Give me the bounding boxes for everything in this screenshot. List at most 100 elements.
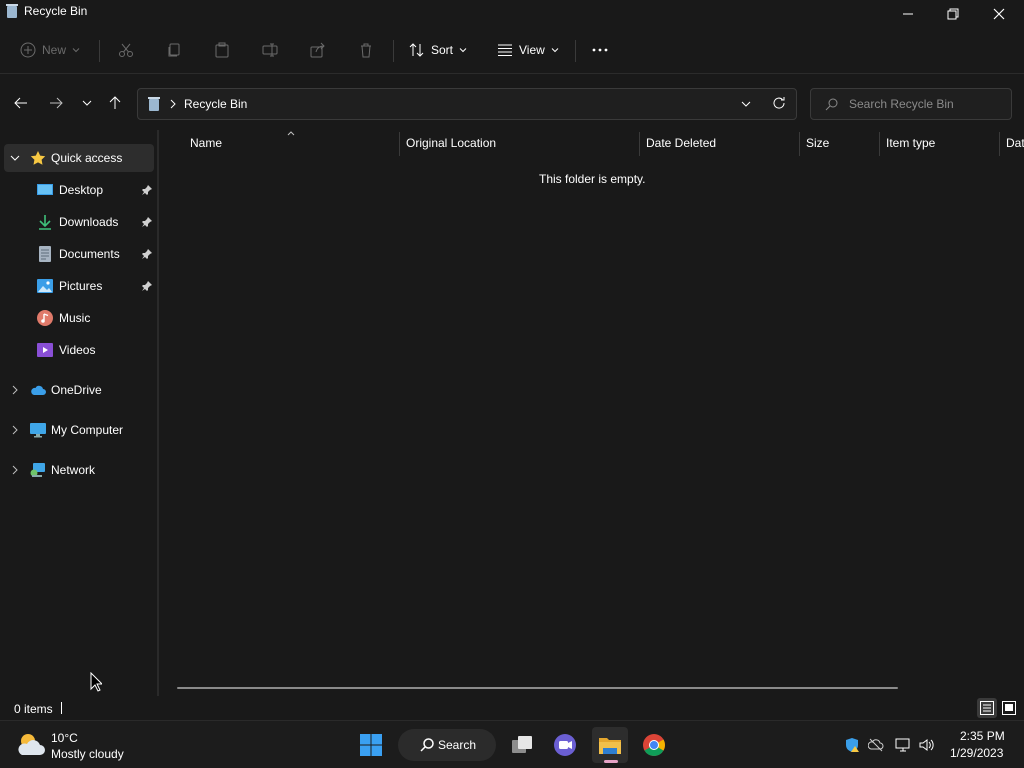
recycle-bin-icon: [148, 97, 160, 111]
close-icon: [993, 8, 1005, 20]
address-bar[interactable]: Recycle Bin: [137, 88, 797, 120]
chevron-right-icon[interactable]: [10, 425, 20, 435]
search-input[interactable]: [849, 95, 1005, 113]
sidebar-item-desktop[interactable]: Desktop: [4, 176, 154, 204]
chevron-down-icon[interactable]: [10, 153, 20, 163]
search-box[interactable]: [810, 88, 1012, 120]
recent-locations-button[interactable]: [76, 92, 98, 114]
computer-icon: [30, 423, 46, 438]
chevron-down-icon: [551, 48, 559, 53]
column-header-item-type[interactable]: Item type: [886, 136, 935, 154]
breadcrumb-recycle-bin[interactable]: Recycle Bin: [184, 97, 247, 111]
sidebar-item-pictures[interactable]: Pictures: [4, 272, 154, 300]
taskbar-search-label: Search: [438, 738, 477, 752]
start-button[interactable]: [353, 727, 389, 763]
minimize-icon: [903, 13, 913, 15]
chevron-down-icon: [82, 100, 92, 106]
column-divider[interactable]: [639, 132, 640, 156]
sidebar-divider[interactable]: [157, 130, 159, 696]
restore-icon: [947, 8, 959, 20]
close-button[interactable]: [976, 0, 1022, 28]
column-divider[interactable]: [399, 132, 400, 156]
rename-icon: [262, 43, 278, 57]
up-button[interactable]: [104, 92, 126, 114]
file-explorer-taskbar-button[interactable]: [592, 727, 628, 763]
security-warning-icon[interactable]: [844, 737, 860, 753]
sidebar-item-quick-access[interactable]: Quick access: [4, 144, 154, 172]
folder-icon: [599, 738, 621, 754]
column-header-date-truncated[interactable]: Dat: [1006, 136, 1024, 154]
sidebar-item-onedrive[interactable]: OneDrive: [4, 376, 154, 404]
onedrive-offline-icon[interactable]: [868, 737, 884, 753]
sidebar-item-documents[interactable]: Documents: [4, 240, 154, 268]
cut-button[interactable]: [118, 36, 134, 64]
clock-date[interactable]: 1/29/2023: [950, 746, 1003, 760]
sidebar-item-network[interactable]: Network: [4, 456, 154, 484]
network-icon: [30, 463, 45, 477]
delete-button[interactable]: [358, 36, 374, 64]
sidebar-item-videos[interactable]: Videos: [4, 336, 154, 364]
toolbar-divider: [99, 40, 100, 62]
column-divider[interactable]: [999, 132, 1000, 156]
network-status-icon[interactable]: [895, 737, 911, 753]
column-header-name[interactable]: Name: [190, 136, 222, 154]
refresh-icon[interactable]: [772, 96, 786, 110]
window-title: Recycle Bin: [24, 4, 88, 18]
column-header-size[interactable]: Size: [806, 136, 829, 154]
sidebar-item-label: Music: [59, 311, 91, 325]
clock-time[interactable]: 2:35 PM: [960, 729, 1005, 743]
column-header-original-location[interactable]: Original Location: [406, 136, 496, 154]
new-label: New: [42, 43, 67, 57]
share-button[interactable]: [310, 36, 326, 64]
weather-temperature[interactable]: 10°C: [51, 731, 78, 745]
volume-icon[interactable]: [919, 737, 935, 753]
more-options-button[interactable]: [592, 36, 608, 64]
taskbar-search-button[interactable]: Search: [398, 729, 496, 761]
sidebar-item-label: Quick access: [51, 151, 123, 165]
sort-button[interactable]: Sort: [409, 36, 467, 64]
chevron-right-icon[interactable]: [10, 465, 20, 475]
column-divider[interactable]: [799, 132, 800, 156]
paste-button[interactable]: [214, 36, 230, 64]
sidebar-item-music[interactable]: Music: [4, 304, 154, 332]
rename-button[interactable]: [262, 36, 278, 64]
tiles-view-icon: [1002, 701, 1016, 715]
text-caret: [61, 702, 62, 714]
pin-icon[interactable]: [142, 217, 152, 227]
details-view-button[interactable]: [977, 698, 997, 718]
onedrive-icon: [31, 385, 46, 395]
pin-icon[interactable]: [142, 281, 152, 291]
new-button[interactable]: New: [20, 36, 80, 64]
view-button[interactable]: View: [497, 36, 559, 64]
paste-icon: [215, 42, 229, 58]
column-header-date-deleted[interactable]: Date Deleted: [646, 136, 716, 154]
chevron-right-icon[interactable]: [10, 385, 20, 395]
share-icon: [310, 42, 325, 58]
weather-description[interactable]: Mostly cloudy: [51, 747, 124, 761]
chevron-down-icon[interactable]: [740, 98, 752, 110]
large-icons-view-button[interactable]: [999, 698, 1019, 718]
sidebar-item-my-computer[interactable]: My Computer: [4, 416, 154, 444]
videos-icon: [37, 343, 53, 357]
task-view-button[interactable]: [504, 727, 540, 763]
teams-chat-button[interactable]: [547, 727, 583, 763]
chevron-down-icon: [72, 48, 80, 53]
documents-icon: [39, 246, 51, 262]
sidebar-item-downloads[interactable]: Downloads: [4, 208, 154, 236]
status-bar: 0 items: [0, 698, 1024, 720]
copy-button[interactable]: [166, 36, 182, 64]
restore-button[interactable]: [930, 0, 976, 28]
pin-icon[interactable]: [142, 185, 152, 195]
add-icon: [20, 42, 36, 58]
copy-icon: [168, 43, 180, 57]
pin-icon[interactable]: [142, 249, 152, 259]
chrome-taskbar-button[interactable]: [636, 727, 672, 763]
minimize-button[interactable]: [885, 0, 931, 28]
back-button[interactable]: [10, 92, 32, 114]
sidebar-item-label: Downloads: [59, 215, 119, 229]
weather-cloudy-icon[interactable]: [16, 731, 46, 757]
column-divider[interactable]: [879, 132, 880, 156]
forward-button[interactable]: [45, 92, 67, 114]
horizontal-scrollbar[interactable]: [177, 687, 898, 689]
windows-logo-icon: [360, 734, 382, 756]
